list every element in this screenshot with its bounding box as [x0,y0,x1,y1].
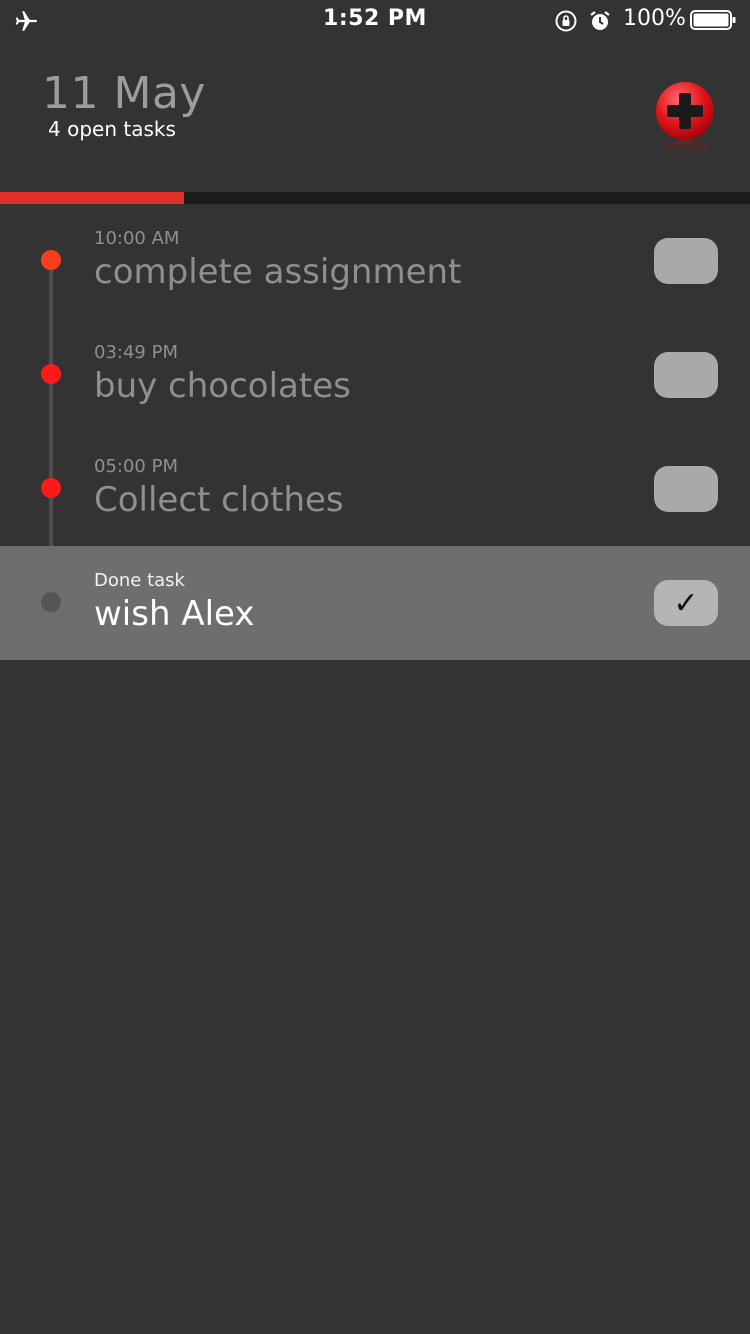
task-checkbox[interactable] [654,352,718,398]
task-item-done[interactable]: Done task wish Alex ✓ [0,546,750,660]
task-checkbox-checked[interactable]: ✓ [654,580,718,626]
status-bar: 1:52 PM 100% [0,0,750,40]
timeline-dot [41,364,61,384]
alarm-icon [590,11,610,30]
task-title: buy chocolates [94,366,351,406]
page-title: 11 May [42,68,206,119]
battery-icon [690,10,736,30]
header: 11 May 4 open tasks [0,40,750,192]
task-item[interactable]: 10:00 AM complete assignment [0,204,750,318]
task-status: Done task [94,570,185,591]
task-time: 10:00 AM [94,228,180,249]
task-checkbox[interactable] [654,238,718,284]
timeline-dot [41,478,61,498]
check-icon: ✓ [673,586,699,621]
progress-bar [0,192,750,204]
battery-percent: 100% [623,6,686,31]
task-time: 05:00 PM [94,456,178,477]
task-title: Collect clothes [94,480,344,520]
task-item[interactable]: 05:00 PM Collect clothes [0,432,750,546]
task-title: complete assignment [94,252,462,292]
task-title: wish Alex [94,594,255,634]
timeline-dot [41,592,61,612]
task-item[interactable]: 03:49 PM buy chocolates [0,318,750,432]
task-time: 03:49 PM [94,342,178,363]
task-checkbox[interactable] [654,466,718,512]
open-tasks-count: 4 open tasks [48,117,176,141]
progress-fill [0,192,184,204]
rotation-lock-icon [555,10,577,32]
add-task-button[interactable] [648,76,722,162]
timeline-dot [41,250,61,270]
